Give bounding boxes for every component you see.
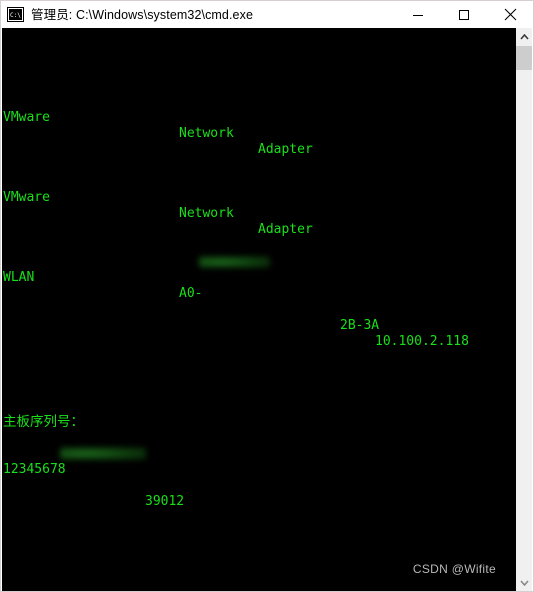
window-title: 管理员: C:\Windows\system32\cmd.exe	[31, 7, 254, 22]
adapter-row: VMware Network Adapter	[3, 94, 515, 157]
adapter-type-adapter: Adapter	[258, 222, 313, 237]
adapter-row: VMware Network Adapter	[3, 174, 515, 237]
motherboard-value-line: 12345678 39012	[3, 446, 515, 509]
adapter-name: WLAN	[3, 270, 35, 285]
title-bar[interactable]: C:\ 管理员: C:\Windows\system32\cmd.exe	[1, 1, 533, 28]
scrollbar-thumb[interactable]	[516, 46, 532, 70]
console-text: VMware Network Adapter VMware Network Ad…	[3, 30, 515, 591]
chevron-down-icon	[519, 579, 529, 586]
adapter-type-network: Network	[179, 206, 234, 221]
adapter-name: VMware	[3, 190, 50, 205]
adapter-row: WLAN A0- 2B-3A 10.100.2.118	[3, 254, 515, 349]
minimize-button[interactable]	[395, 1, 441, 28]
motherboard-serial-suffix: 39012	[145, 494, 185, 509]
maximize-icon	[459, 9, 469, 20]
adapter-type-network: Network	[179, 126, 234, 141]
minimize-icon	[413, 14, 423, 16]
adapter-type-adapter: Adapter	[258, 142, 313, 157]
adapter-ip-address: 10.100.2.118	[375, 334, 469, 349]
chevron-up-icon	[519, 33, 529, 40]
maximize-button[interactable]	[441, 1, 487, 28]
adapter-name: VMware	[3, 110, 50, 125]
adapter-mac-prefix: A0-	[179, 286, 203, 301]
redaction-blur-motherboard	[60, 447, 146, 460]
scroll-up-button[interactable]	[516, 28, 532, 45]
csdn-watermark: CSDN @Wifite	[412, 562, 496, 576]
motherboard-label: 主板序列号：	[3, 414, 84, 430]
motherboard-serial-prefix: 12345678	[3, 462, 66, 477]
svg-text:C:\: C:\	[10, 12, 21, 19]
cmd-window: C:\ 管理员: C:\Windows\system32\cmd.exe VMw…	[0, 0, 534, 592]
console-output-area[interactable]: VMware Network Adapter VMware Network Ad…	[2, 28, 517, 591]
scroll-down-button[interactable]	[516, 574, 532, 591]
close-icon	[504, 8, 516, 21]
redaction-blur-mac	[199, 256, 270, 268]
close-button[interactable]	[487, 1, 533, 28]
cmd-console-icon: C:\	[7, 7, 24, 22]
window-controls	[395, 1, 533, 28]
console-scrollbar[interactable]	[516, 28, 532, 591]
motherboard-label-line: 主板序列号：	[3, 398, 515, 430]
